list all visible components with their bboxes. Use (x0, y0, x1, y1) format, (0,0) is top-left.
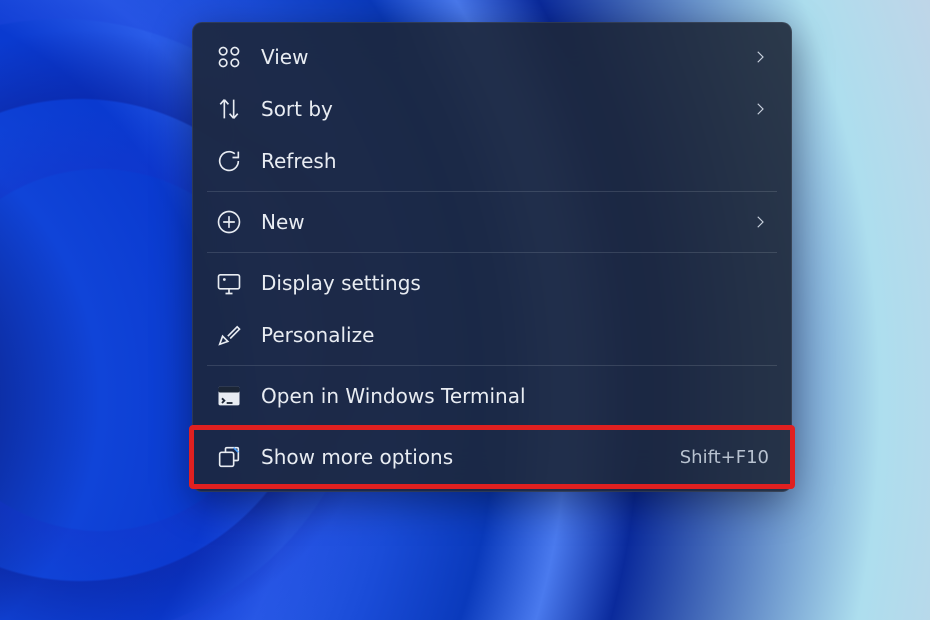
menu-item-label: New (261, 210, 751, 234)
chevron-right-icon (751, 48, 769, 66)
menu-item-view[interactable]: View (201, 31, 783, 83)
menu-item-label: Personalize (261, 323, 769, 347)
menu-item-label: Show more options (261, 445, 666, 469)
menu-item-personalize[interactable]: Personalize (201, 309, 783, 361)
menu-item-label: Sort by (261, 97, 751, 121)
menu-item-label: Open in Windows Terminal (261, 384, 769, 408)
display-icon (215, 269, 243, 297)
menu-item-refresh[interactable]: Refresh (201, 135, 783, 187)
chevron-right-icon (751, 213, 769, 231)
menu-item-label: Display settings (261, 271, 769, 295)
terminal-icon (215, 382, 243, 410)
menu-separator (207, 426, 777, 427)
personalize-icon (215, 321, 243, 349)
menu-item-show-more-options[interactable]: Show more options Shift+F10 (201, 431, 783, 483)
chevron-right-icon (751, 100, 769, 118)
new-icon (215, 208, 243, 236)
menu-item-label: View (261, 45, 751, 69)
menu-separator (207, 252, 777, 253)
menu-separator (207, 191, 777, 192)
menu-item-open-terminal[interactable]: Open in Windows Terminal (201, 370, 783, 422)
menu-item-new[interactable]: New (201, 196, 783, 248)
menu-item-label: Refresh (261, 149, 769, 173)
menu-item-display-settings[interactable]: Display settings (201, 257, 783, 309)
menu-item-sort-by[interactable]: Sort by (201, 83, 783, 135)
desktop-context-menu: View Sort by Refresh New (192, 22, 792, 492)
refresh-icon (215, 147, 243, 175)
menu-item-shortcut: Shift+F10 (680, 447, 769, 468)
more-options-icon (215, 443, 243, 471)
menu-separator (207, 365, 777, 366)
grid-icon (215, 43, 243, 71)
sort-icon (215, 95, 243, 123)
